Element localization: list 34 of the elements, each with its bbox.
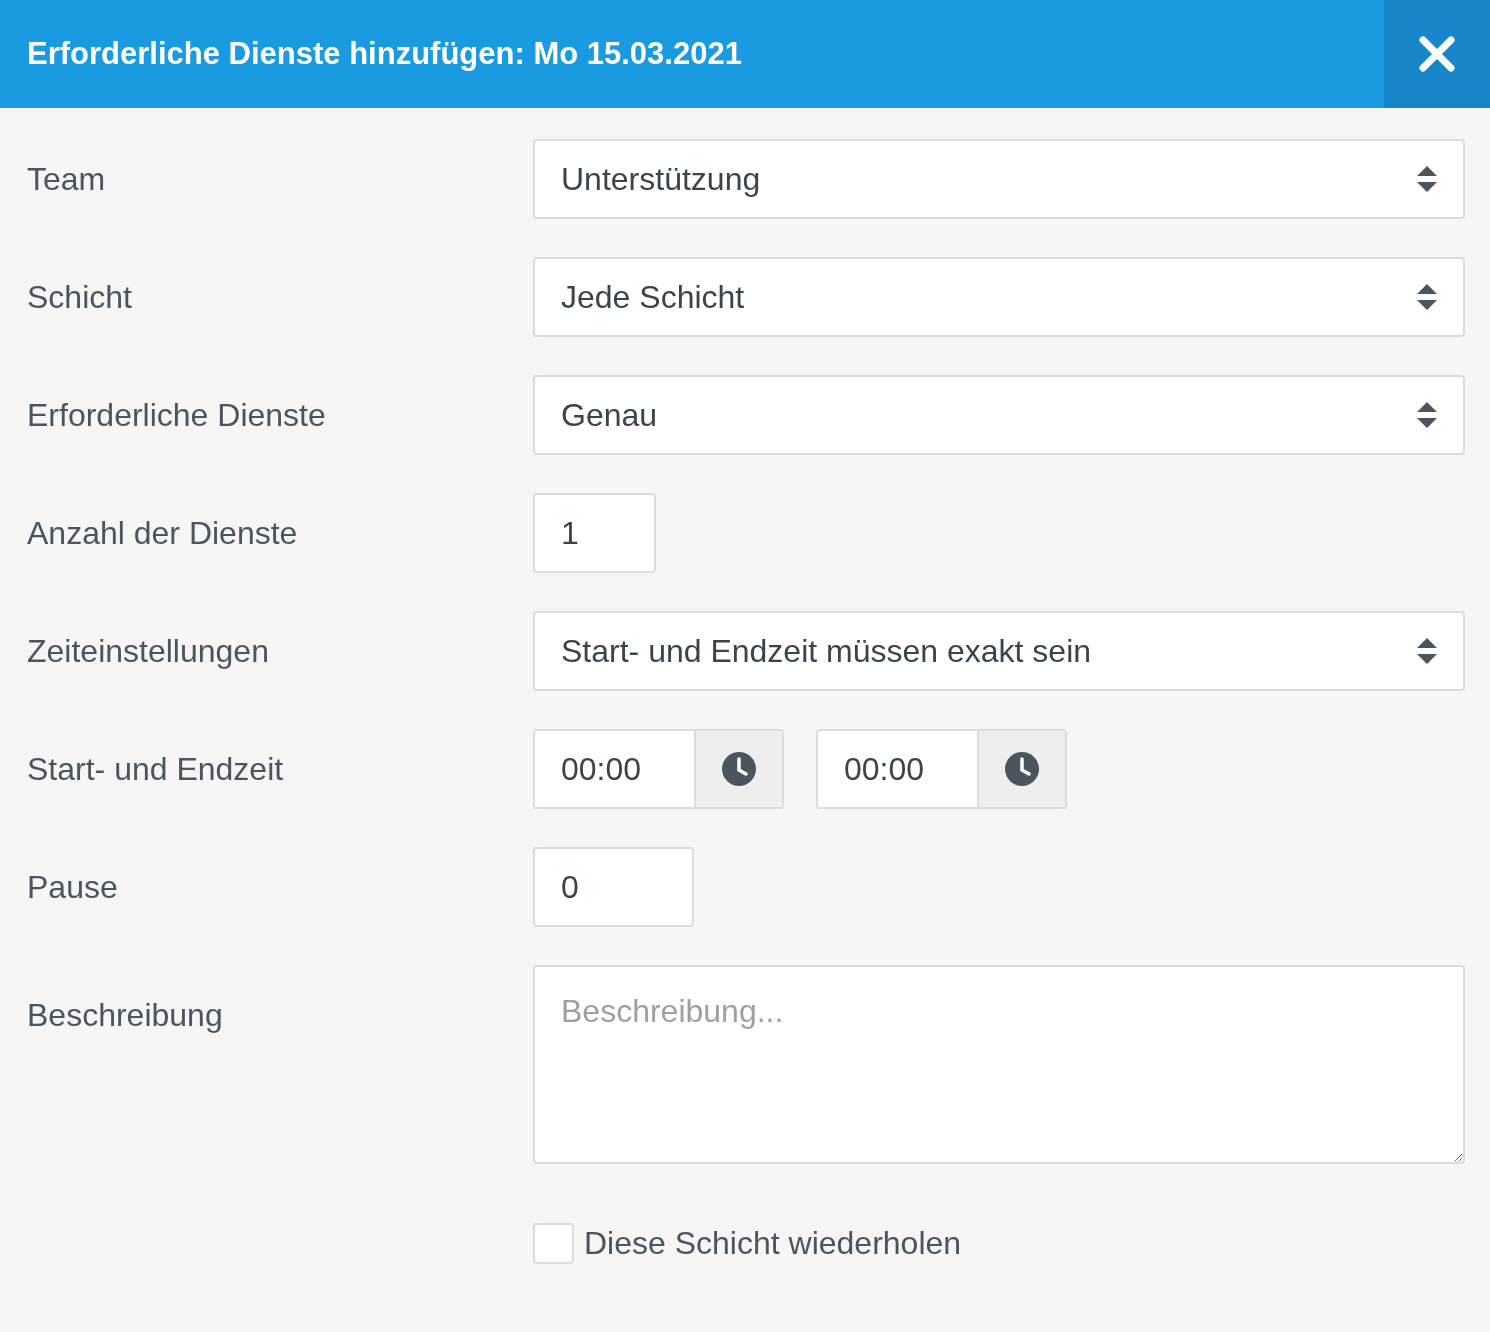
select-value: Genau <box>561 396 658 435</box>
description-field[interactable]: Beschreibung... <box>533 965 1465 1164</box>
field-label: Beschreibung <box>27 996 224 1035</box>
sort-arrows-icon <box>1417 166 1437 192</box>
checkbox-label: Diese Schicht wiederholen <box>584 1224 962 1263</box>
field-label: Anzahl der Dienste <box>27 514 299 553</box>
field-label: Zeiteinstellungen <box>27 632 270 671</box>
select-value: Start- und Endzeit müssen exakt sein <box>561 632 1092 671</box>
time-field[interactable]: 00:00 <box>533 729 784 809</box>
clock-button[interactable] <box>694 731 782 807</box>
select-field[interactable]: Jede Schicht <box>533 257 1465 337</box>
select-value: Unterstützung <box>561 160 761 199</box>
clock-button[interactable] <box>977 731 1065 807</box>
select-field[interactable]: Genau <box>533 375 1465 455</box>
close-button[interactable] <box>1384 0 1490 108</box>
close-icon <box>1419 36 1455 72</box>
sort-arrows-icon <box>1417 402 1437 428</box>
number-field[interactable]: 0 <box>533 847 694 927</box>
number-field[interactable]: 1 <box>533 493 656 573</box>
time-field[interactable]: 00:00 <box>816 729 1067 809</box>
checkbox[interactable] <box>533 1222 574 1264</box>
clock-icon <box>1005 752 1039 786</box>
select-field[interactable]: Start- und Endzeit müssen exakt sein <box>533 611 1465 691</box>
dialog-title: Erforderliche Dienste hinzufügen: Mo 15.03.2021 <box>26 34 742 73</box>
field-label: Erforderliche Dienste <box>27 396 327 435</box>
sort-arrows-icon <box>1417 638 1437 664</box>
field-label: Schicht <box>27 278 133 317</box>
field-label: Team <box>27 160 107 199</box>
field-label: Start- und Endzeit <box>27 750 285 789</box>
select-value: Jede Schicht <box>561 278 745 317</box>
field-label: Pause <box>27 868 119 907</box>
select-field[interactable]: Unterstützung <box>533 139 1465 219</box>
sort-arrows-icon <box>1417 284 1437 310</box>
clock-icon <box>722 752 756 786</box>
